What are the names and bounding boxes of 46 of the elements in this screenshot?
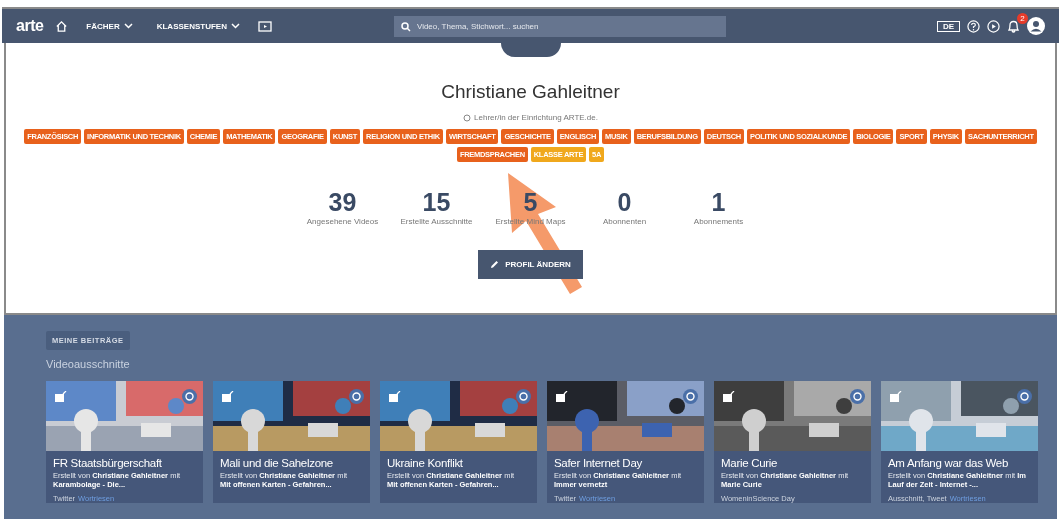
home-icon[interactable] — [55, 19, 69, 33]
settings-icon[interactable] — [182, 389, 197, 404]
play-icon[interactable] — [987, 19, 1000, 33]
stat-value: 0 — [617, 188, 632, 217]
settings-icon[interactable] — [349, 389, 364, 404]
stat-value: 1 — [711, 188, 726, 217]
card-title: Mali und die Sahelzone — [220, 457, 333, 469]
logo[interactable]: arte — [16, 17, 44, 35]
section-heading: Videoausschnitte — [46, 358, 130, 370]
chevron-down-icon — [230, 23, 240, 29]
stat-value: 5 — [523, 188, 538, 217]
user-avatar-icon[interactable] — [1027, 17, 1045, 35]
card-title: Ukraine Konflikt — [387, 457, 463, 469]
stat-label: Erstellte Ausschnitte — [400, 217, 473, 226]
search-field[interactable]: Video, Thema, Stichwort... suchen — [393, 15, 726, 37]
clip-icon — [890, 391, 902, 402]
settings-icon[interactable] — [850, 389, 865, 404]
settings-icon[interactable] — [1017, 389, 1032, 404]
card-title: Safer Internet Day — [554, 457, 642, 469]
stat-label: Angesehene Videos — [306, 217, 379, 226]
profile-role: Lehrer/in der Einrichtung ARTE.de. — [474, 113, 598, 122]
edit-profile-button[interactable]: PROFIL ÄNDERN — [478, 250, 583, 279]
clip-icon — [556, 391, 568, 402]
chevron-down-icon — [123, 23, 133, 29]
video-icon[interactable] — [257, 20, 272, 32]
notification-bell-icon[interactable] — [1007, 19, 1020, 33]
card-title: Marie Curie — [721, 457, 778, 469]
stat-label: Abonnements — [693, 217, 744, 226]
pencil-icon — [490, 260, 500, 269]
profile-name: Christiane Gahleitner — [441, 81, 620, 103]
card-title: FR Staatsbürgerschaft — [53, 457, 162, 469]
stat-label: Abonnenten — [602, 217, 647, 226]
nav-menu[interactable]: FÄCHER — [80, 21, 139, 31]
nav-menu[interactable]: KLASSENSTUFEN — [150, 21, 246, 31]
clip-icon — [389, 391, 401, 402]
language-selector[interactable]: DE — [936, 20, 960, 32]
clip-icon — [222, 391, 234, 402]
help-icon[interactable] — [967, 19, 980, 33]
card-title: Am Anfang war das Web — [888, 457, 1009, 469]
stat-value: 39 — [328, 188, 357, 217]
notification-badge: 2 — [1017, 13, 1028, 24]
clip-icon — [55, 391, 67, 402]
settings-icon[interactable] — [516, 389, 531, 404]
clip-icon — [723, 391, 735, 402]
settings-icon[interactable] — [683, 389, 698, 404]
stat-value: 15 — [422, 188, 451, 217]
